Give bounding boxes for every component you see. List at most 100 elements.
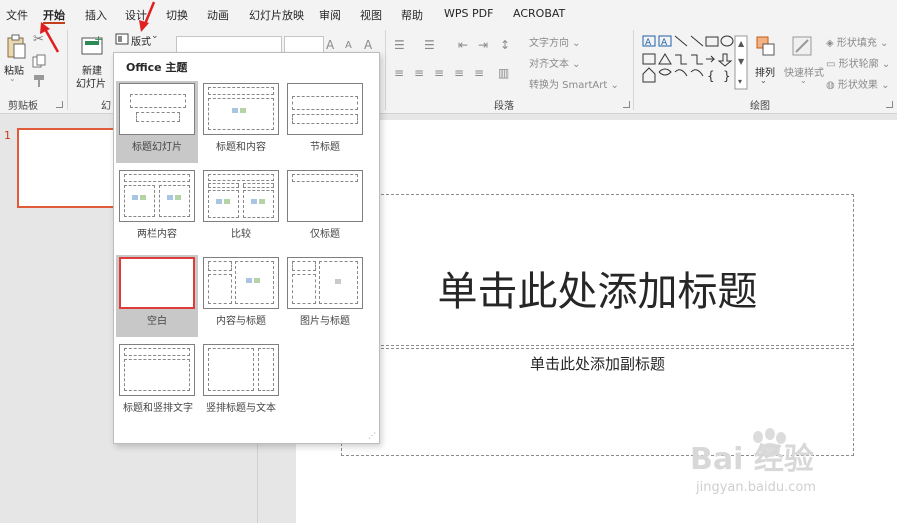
content-chart-icon xyxy=(175,195,181,200)
layout-title-content[interactable]: 标题和内容 xyxy=(200,81,282,163)
layout-blank[interactable]: 空白 xyxy=(116,255,198,337)
layout-preview xyxy=(287,83,363,135)
layout-vertical-title-text[interactable]: 竖排标题与文本 xyxy=(200,342,282,424)
increase-indent-icon[interactable]: ⇥ xyxy=(478,38,488,52)
shape-outline-button[interactable]: ▭ 形状轮廓 ⌄ xyxy=(826,55,890,70)
tab-review[interactable]: 审阅 xyxy=(319,7,341,23)
decrease-indent-icon[interactable]: ⇤ xyxy=(458,38,468,52)
layout-preview xyxy=(119,83,195,135)
paste-chevron-icon[interactable]: ⌄ xyxy=(9,74,16,83)
layout-content-caption[interactable]: 内容与标题 xyxy=(200,255,282,337)
layout-label: 两栏内容 xyxy=(137,229,177,240)
placeholder-outline xyxy=(208,261,232,271)
quick-styles-icon[interactable] xyxy=(790,34,814,60)
drawing-launcher-icon[interactable] xyxy=(886,101,893,108)
format-painter-icon[interactable] xyxy=(32,74,48,88)
text-direction-button[interactable]: 文字方向 ⌄ xyxy=(529,34,581,49)
numbering-icon[interactable]: ☰ xyxy=(424,38,435,52)
placeholder-outline xyxy=(243,183,274,188)
slide-thumbnail[interactable] xyxy=(17,128,117,208)
increase-font-icon[interactable]: A xyxy=(326,38,334,52)
layout-section-header[interactable]: 节标题 xyxy=(284,81,366,163)
placeholder-outline xyxy=(243,190,274,218)
align-left-icon[interactable]: ≡ xyxy=(394,66,404,80)
layout-preview xyxy=(287,170,363,222)
layout-label: 节标题 xyxy=(310,142,340,153)
group-separator xyxy=(385,30,386,110)
layout-preview xyxy=(287,257,363,309)
distributed-icon[interactable]: ≡ xyxy=(474,66,484,80)
layout-button[interactable]: 版式 xyxy=(131,33,151,48)
shape-fill-label: 形状填充 xyxy=(836,38,877,49)
placeholder-outline xyxy=(208,87,274,95)
layout-title-slide[interactable]: 标题幻灯片 xyxy=(116,81,198,163)
new-slide-icon[interactable]: + xyxy=(80,34,104,58)
menu-bar: 文件 开始 插入 设计 切换 动画 幻灯片放映 审阅 视图 帮助 WPS PDF… xyxy=(0,0,897,26)
layout-label: 标题和竖排文字 xyxy=(123,403,193,414)
svg-text:+: + xyxy=(94,34,103,46)
content-chart-icon xyxy=(140,195,146,200)
quick-styles-chevron-icon[interactable]: ⌄ xyxy=(800,76,807,85)
paste-icon[interactable] xyxy=(5,34,27,60)
svg-text:{: { xyxy=(707,69,715,83)
layout-title-vertical-text[interactable]: 标题和竖排文字 xyxy=(116,342,200,424)
clipboard-launcher-icon[interactable] xyxy=(56,101,63,108)
shape-effects-button[interactable]: ◍ 形状效果 ⌄ xyxy=(826,76,889,91)
tab-help[interactable]: 帮助 xyxy=(401,7,423,23)
shapes-gallery[interactable]: A A { } ▲ ▼ ▾ xyxy=(641,34,749,92)
arrange-icon[interactable] xyxy=(754,34,778,60)
tab-acrobat[interactable]: ACROBAT xyxy=(513,7,565,20)
layout-preview xyxy=(203,170,279,222)
resize-grip-icon[interactable]: ⋰ xyxy=(368,431,376,440)
layout-preview xyxy=(203,83,279,135)
tab-slideshow[interactable]: 幻灯片放映 xyxy=(249,7,304,23)
shape-fill-button[interactable]: ◈ 形状填充 ⌄ xyxy=(826,34,888,49)
shape-outline-label: 形状轮廓 xyxy=(838,59,879,70)
layout-two-content[interactable]: 两栏内容 xyxy=(116,168,198,250)
group-separator xyxy=(67,30,68,110)
paragraph-group-label: 段落 xyxy=(494,101,514,112)
align-center-icon[interactable]: ≡ xyxy=(414,66,424,80)
content-picture-icon xyxy=(246,278,252,283)
title-placeholder-text: 单击此处添加标题 xyxy=(437,269,758,315)
new-slide-label-2[interactable]: 幻灯片 xyxy=(76,75,106,90)
layout-preview xyxy=(119,170,195,222)
convert-smartart-button[interactable]: 转换为 SmartArt ⌄ xyxy=(529,76,619,91)
title-placeholder[interactable]: 单击此处添加标题 xyxy=(341,194,854,346)
layout-title-only[interactable]: 仅标题 xyxy=(284,168,366,250)
placeholder-outline xyxy=(258,348,274,391)
justify-icon[interactable]: ≡ xyxy=(454,66,464,80)
line-spacing-icon[interactable]: ↕ xyxy=(500,38,510,52)
content-chart-icon xyxy=(259,199,265,204)
text-direction-label: 文字方向 xyxy=(529,38,569,49)
content-picture-icon xyxy=(251,199,257,204)
clear-format-icon[interactable]: A xyxy=(364,38,372,52)
tab-file[interactable]: 文件 xyxy=(6,7,28,23)
svg-text:▲: ▲ xyxy=(738,39,745,48)
placeholder-outline xyxy=(208,183,239,188)
placeholder-outline xyxy=(124,359,190,391)
bullets-icon[interactable]: ☰ xyxy=(394,38,405,52)
layout-comparison[interactable]: 比较 xyxy=(200,168,282,250)
layout-label: 空白 xyxy=(147,316,167,327)
columns-icon[interactable]: ▥ xyxy=(498,66,509,80)
paragraph-launcher-icon[interactable] xyxy=(623,101,630,108)
tab-animations[interactable]: 动画 xyxy=(207,7,229,23)
decrease-font-icon[interactable]: A xyxy=(345,40,352,51)
copy-icon[interactable] xyxy=(32,54,48,68)
align-text-button[interactable]: 对齐文本 ⌄ xyxy=(529,55,581,70)
tab-home[interactable]: 开始 xyxy=(43,7,65,23)
placeholder-outline xyxy=(130,94,186,108)
layout-icon[interactable] xyxy=(115,33,129,45)
svg-text:▾: ▾ xyxy=(738,77,742,86)
tab-insert[interactable]: 插入 xyxy=(85,7,107,23)
tab-transitions[interactable]: 切换 xyxy=(166,7,188,23)
arrange-chevron-icon[interactable]: ⌄ xyxy=(760,76,767,85)
tab-wps-pdf[interactable]: WPS PDF xyxy=(444,7,493,20)
align-right-icon[interactable]: ≡ xyxy=(434,66,444,80)
svg-text:A: A xyxy=(645,38,652,48)
layout-picture-caption[interactable]: 图片与标题 xyxy=(284,255,366,337)
content-picture-icon xyxy=(132,195,138,200)
tab-view[interactable]: 视图 xyxy=(360,7,382,23)
clipboard-group-label: 剪贴板 xyxy=(8,101,38,112)
